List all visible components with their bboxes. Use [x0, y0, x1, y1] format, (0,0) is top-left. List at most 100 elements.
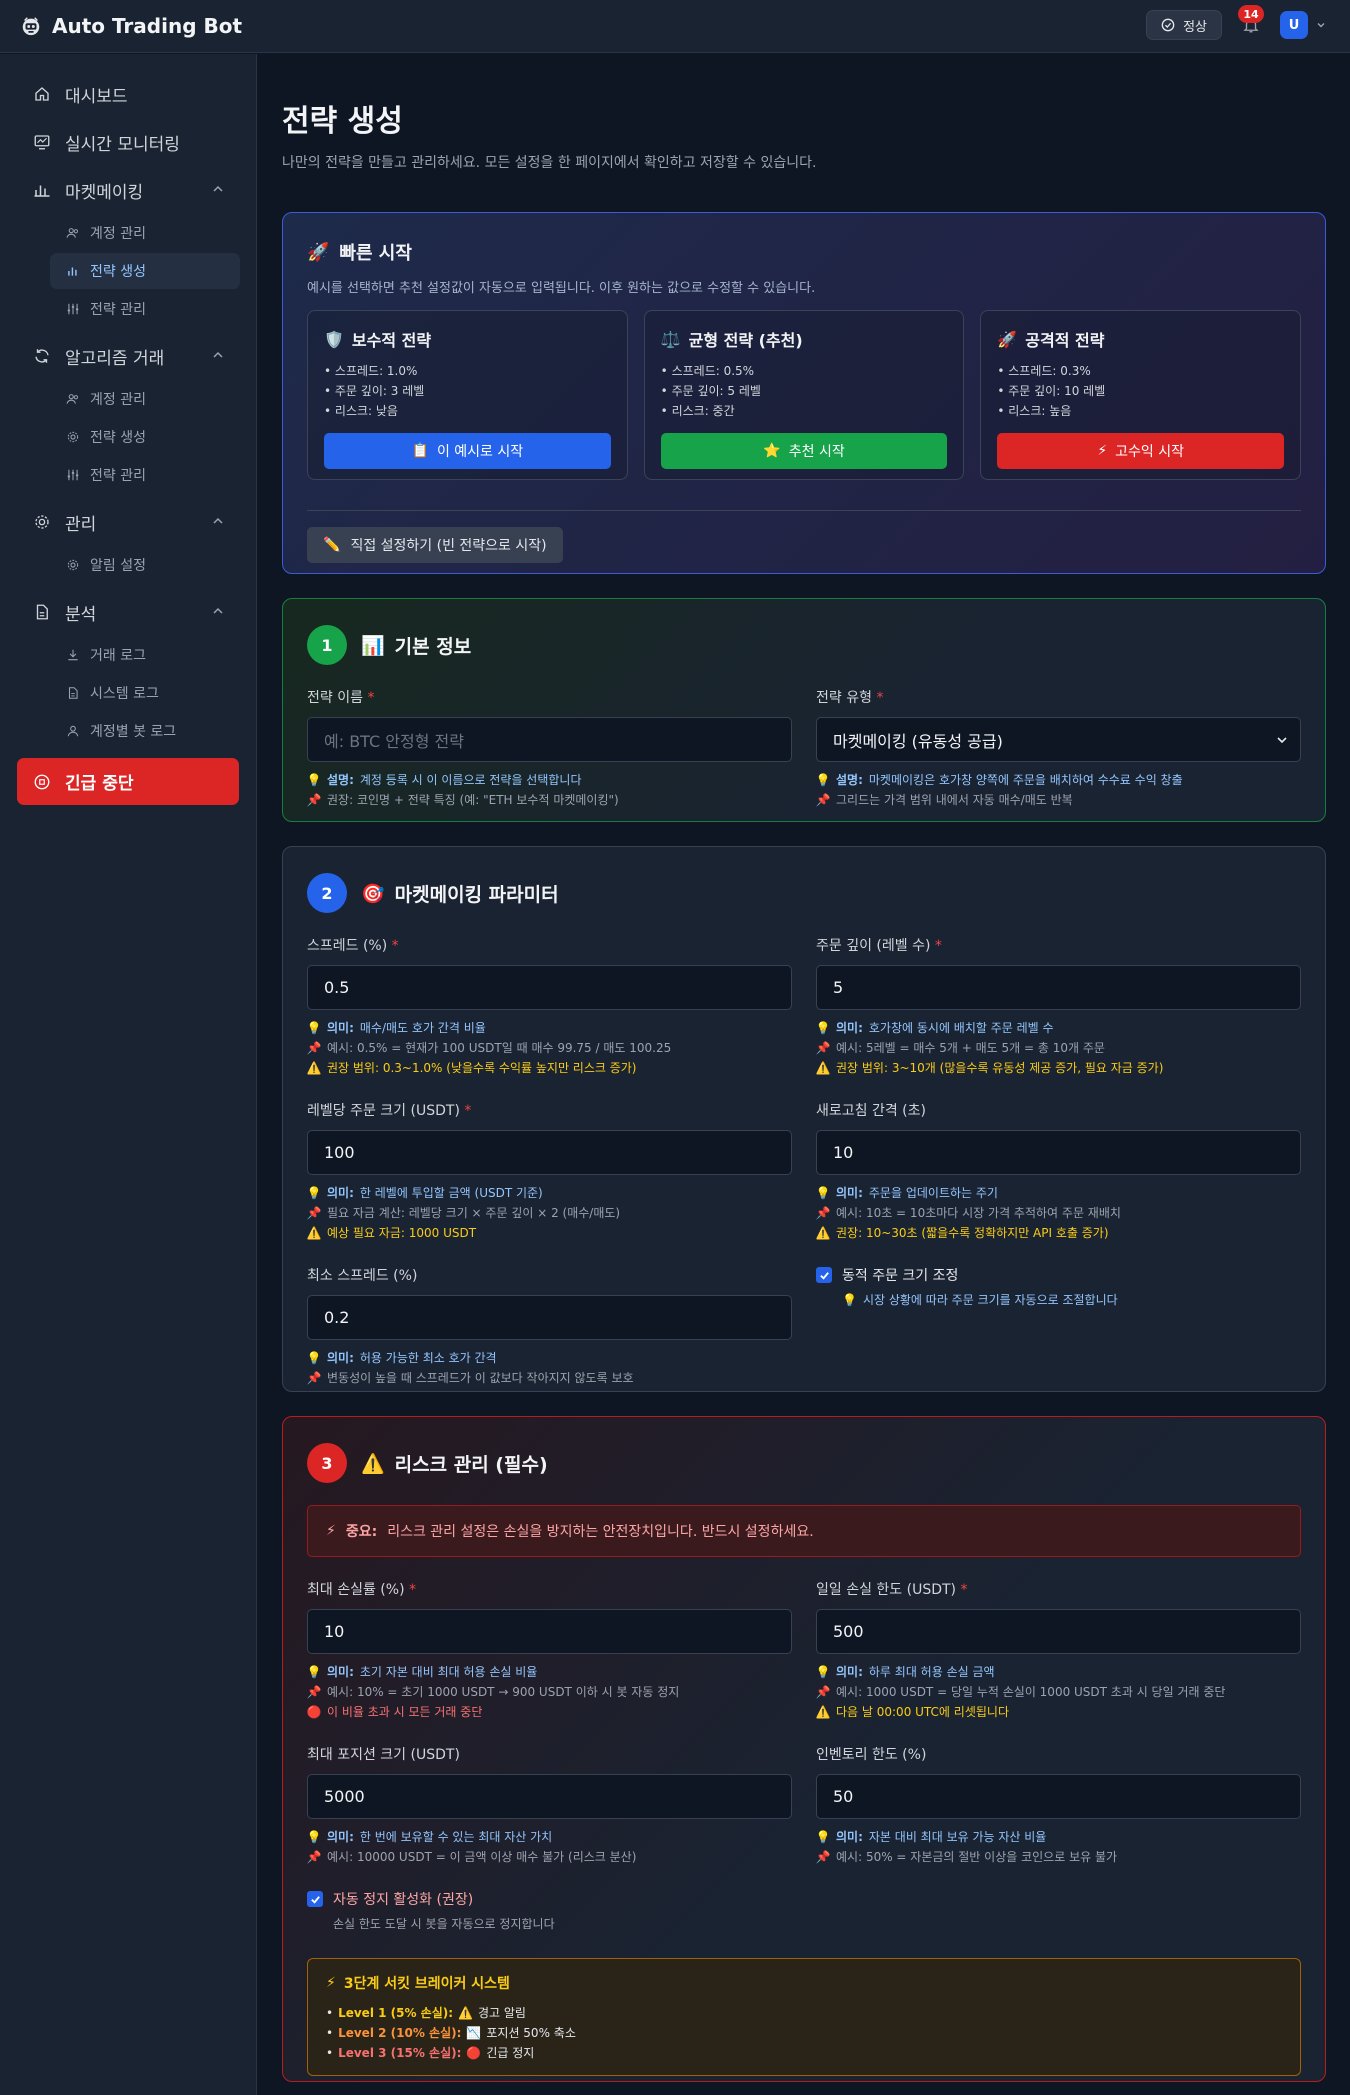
chevron-down-icon: [1317, 23, 1325, 28]
sidebar-group-market-making[interactable]: 마켓메이킹: [0, 166, 256, 214]
chevron-up-icon: [213, 517, 223, 524]
refresh-interval-input[interactable]: 10: [816, 1130, 1301, 1175]
sidebar-item-algo-accounts[interactable]: 계정 관리: [0, 380, 256, 418]
start-aggressive-button[interactable]: ⚡ 고수익 시작: [997, 433, 1285, 469]
pin-icon: 📌: [306, 1371, 322, 1385]
page-title: 전략 생성: [282, 104, 403, 139]
lightbulb-icon: 💡: [815, 1186, 831, 1200]
download-icon: [68, 649, 78, 661]
auto-stop-checkbox[interactable]: [307, 1891, 323, 1907]
preset-aggressive: 🚀공격적 전략 스프레드: 0.3% 주문 깊이: 10 레벨 리스크: 높음 …: [980, 310, 1302, 480]
inventory-limit-input[interactable]: 50: [816, 1774, 1301, 1819]
preset-depth: 주문 깊이: 10 레벨: [997, 381, 1284, 401]
sidebar-item-dashboard[interactable]: 대시보드: [0, 70, 256, 118]
sidebar-item-alert-settings[interactable]: 알림 설정: [0, 546, 256, 584]
step-number: 1: [307, 625, 347, 665]
emergency-stop-button[interactable]: 긴급 중단: [17, 758, 239, 805]
notification-count-badge: 14: [1238, 5, 1264, 23]
monitor-chart-icon: [34, 135, 50, 150]
emergency-stop-label: 긴급 중단: [65, 774, 134, 794]
preset-risk: 리스크: 낮음: [324, 401, 611, 421]
sidebar-item-trade-log[interactable]: 거래 로그: [0, 636, 256, 674]
preset-balanced: ⚖️균형 전략 (추천) 스프레드: 0.5% 주문 깊이: 5 레벨 리스크:…: [643, 310, 965, 480]
lightning-icon: ⚡: [326, 1975, 336, 1991]
lightbulb-icon: 💡: [815, 1665, 831, 1679]
chevron-up-icon: [213, 351, 223, 358]
max-position-input[interactable]: 5000: [307, 1774, 792, 1819]
min-spread-input[interactable]: 0.2: [307, 1295, 792, 1340]
field-label: 스프레드 (%): [307, 938, 388, 954]
lightning-icon: ⚡: [1097, 443, 1108, 459]
step-number: 3: [307, 1443, 347, 1483]
sidebar-item-label: 거래 로그: [90, 648, 146, 664]
preset-risk: 리스크: 높음: [997, 401, 1284, 421]
chart-down-icon: 📉: [466, 2026, 482, 2040]
sidebar-item-bot-log[interactable]: 계정별 봇 로그: [0, 712, 256, 750]
app-title: Auto Trading Bot: [52, 14, 243, 38]
max-loss-input[interactable]: 10: [307, 1609, 792, 1654]
lightbulb-icon: 💡: [306, 1665, 322, 1679]
field-label: 새로고침 간격 (초): [816, 1103, 926, 1119]
sidebar-item-mm-manage-strategy[interactable]: 전략 관리: [0, 290, 256, 328]
sidebar: 대시보드 실시간 모니터링 마켓메이킹 계정 관리 전략 생성 전략 관리 알고…: [0, 54, 257, 2095]
field-label: 인벤토리 한도 (%): [816, 1747, 927, 1763]
chevron-down-icon: [1277, 737, 1287, 744]
field-label: 주문 깊이 (레벨 수): [816, 938, 931, 954]
lightbulb-icon: 💡: [815, 1830, 831, 1844]
sidebar-item-algo-create-strategy[interactable]: 전략 생성: [0, 418, 256, 456]
section-title: 마켓메이킹 파라미터: [394, 883, 559, 906]
user-icon: [67, 725, 79, 737]
gear-icon: [67, 559, 79, 571]
lightbulb-icon: 💡: [842, 1292, 857, 1307]
lightbulb-icon: 💡: [306, 1830, 322, 1844]
lightbulb-icon: 💡: [306, 773, 322, 787]
red-circle-icon: 🔴: [306, 1705, 322, 1719]
quick-start-title: 🚀 빠른 시작: [307, 241, 412, 265]
check-icon: [310, 1895, 320, 1904]
sidebar-group-label: 알고리즘 거래: [65, 348, 165, 369]
rocket-icon: 🚀: [307, 241, 330, 263]
sidebar-group-admin[interactable]: 관리: [0, 498, 256, 546]
quick-start-card: 🚀 빠른 시작 예시를 선택하면 추천 설정값이 자동으로 입력됩니다. 이후 …: [282, 212, 1326, 574]
sidebar-item-monitoring[interactable]: 실시간 모니터링: [0, 118, 256, 166]
warning-icon: ⚠️: [306, 1061, 322, 1075]
dynamic-order-size-toggle[interactable]: 동적 주문 크기 조정 💡 시장 상황에 따라 주문 크기를 자동으로 조절합니다: [816, 1265, 1301, 1308]
field-label: 최대 손실률 (%): [307, 1582, 405, 1598]
breaker-level-1: • Level 1 (5% 손실): ⚠️ 경고 알림: [326, 2003, 1282, 2023]
sidebar-item-system-log[interactable]: 시스템 로그: [0, 674, 256, 712]
system-status-button[interactable]: 정상: [1146, 10, 1222, 40]
custom-setup-button[interactable]: ✏️ 직접 설정하기 (빈 전략으로 시작): [307, 527, 563, 563]
checkbox-label: 자동 정지 활성화 (권장): [333, 1892, 474, 1908]
strategy-name-input[interactable]: 예: BTC 안정형 전략: [307, 717, 792, 762]
auto-stop-toggle[interactable]: 자동 정지 활성화 (권장) 손실 한도 도달 시 봇을 자동으로 정지합니다: [307, 1889, 1301, 1932]
sidebar-item-mm-create-strategy[interactable]: 전략 생성: [50, 253, 240, 289]
strategy-type-select[interactable]: 마켓메이킹 (유동성 공급): [816, 717, 1301, 762]
breaker-level-3: • Level 3 (15% 손실): 🔴 긴급 정지: [326, 2043, 1282, 2063]
dynamic-order-size-checkbox[interactable]: [816, 1267, 832, 1283]
check-icon: [819, 1271, 829, 1280]
spread-input[interactable]: 0.5: [307, 965, 792, 1010]
notifications-button[interactable]: 14: [1238, 5, 1264, 37]
start-balanced-button[interactable]: ⭐ 추천 시작: [660, 433, 948, 469]
brand[interactable]: Auto Trading Bot: [20, 14, 242, 38]
sidebar-group-analysis[interactable]: 분석: [0, 588, 256, 636]
start-conservative-button[interactable]: 📋 이 예시로 시작: [324, 433, 611, 469]
lightning-icon: ⚡: [326, 1523, 336, 1539]
order-size-input[interactable]: 100: [307, 1130, 792, 1175]
bar-chart-icon: 📊: [361, 634, 385, 657]
user-menu[interactable]: U: [1280, 11, 1326, 39]
gear-icon: [67, 431, 79, 443]
sidebar-group-label: 관리: [65, 514, 97, 535]
red-circle-icon: 🔴: [466, 2046, 482, 2060]
daily-loss-limit-input[interactable]: 500: [816, 1609, 1301, 1654]
sidebar-item-mm-accounts[interactable]: 계정 관리: [0, 214, 256, 252]
order-depth-input[interactable]: 5: [816, 965, 1301, 1010]
sidebar-group-algo-trading[interactable]: 알고리즘 거래: [0, 332, 256, 380]
sidebar-item-label: 전략 생성: [90, 430, 146, 446]
chevron-up-icon: [213, 185, 223, 192]
sidebar-item-algo-manage-strategy[interactable]: 전략 관리: [0, 456, 256, 494]
checkbox-hint: 손실 한도 도달 시 봇을 자동으로 정지합니다: [333, 1917, 555, 1931]
quick-start-description: 예시를 선택하면 추천 설정값이 자동으로 입력됩니다. 이후 원하는 값으로 …: [307, 281, 816, 296]
warning-icon: ⚠️: [306, 1226, 322, 1240]
sidebar-group-label: 분석: [65, 604, 97, 625]
